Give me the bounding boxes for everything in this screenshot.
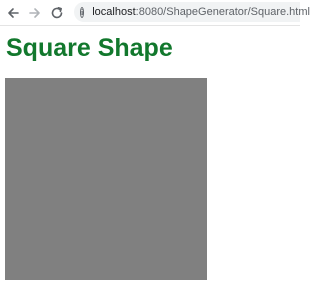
arrow-right-icon — [29, 7, 40, 18]
page-title: Square Shape — [6, 34, 173, 62]
url-path: :8080/ShapeGenerator/Square.html — [135, 6, 310, 18]
url-host: localhost — [92, 6, 136, 18]
back-button[interactable] — [4, 4, 22, 22]
reload-button[interactable] — [48, 4, 66, 22]
arrow-left-icon — [8, 7, 19, 18]
url-text[interactable]: localhost:8080/ShapeGenerator/Square.htm… — [92, 6, 310, 18]
forward-button[interactable] — [26, 4, 44, 22]
reload-icon — [51, 6, 63, 18]
browser-toolbar: i localhost:8080/ShapeGenerator/Square.h… — [0, 0, 310, 26]
address-bar[interactable]: i localhost:8080/ShapeGenerator/Square.h… — [74, 2, 310, 22]
info-icon[interactable]: i — [80, 6, 85, 18]
square-shape — [5, 78, 207, 280]
